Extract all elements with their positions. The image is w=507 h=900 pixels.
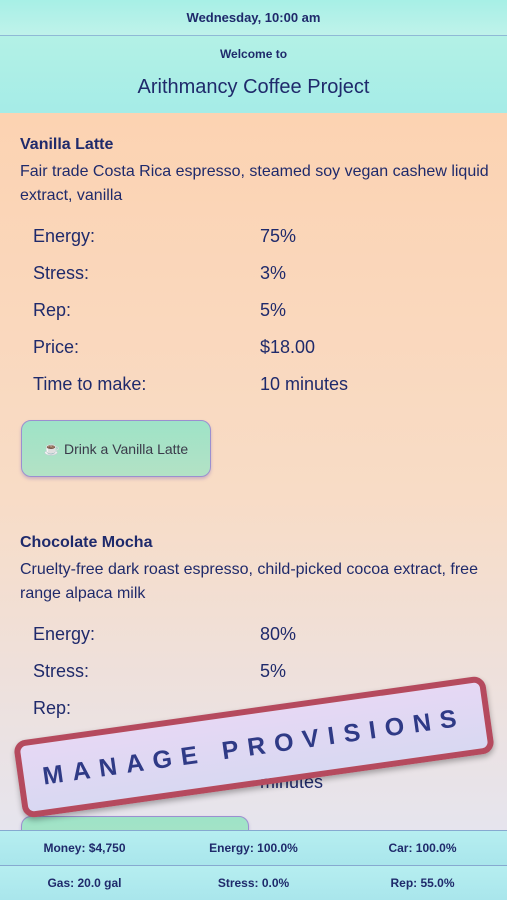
status-row-bottom: Gas: 20.0 gal Stress: 0.0% Rep: 55.0% (0, 865, 507, 900)
stress-stat: Stress: 0.0% (217, 876, 290, 890)
status-bar: Wednesday, 10:00 am (0, 0, 507, 36)
stat-value: 3% (260, 263, 287, 283)
money-stat: Money: $4,750 (43, 841, 126, 855)
stat-row-price: Price: $18.00 (33, 329, 490, 366)
rep-stat: Rep: 55.0% (390, 876, 455, 890)
stat-label: Stress: (33, 263, 90, 283)
stat-label: Energy: (33, 226, 96, 246)
coffee-cup-icon: ☕ (43, 440, 60, 456)
menu-item-vanilla-latte: Vanilla Latte Fair trade Costa Rica espr… (20, 136, 490, 403)
stat-row-energy: Energy: 75% (33, 218, 490, 255)
stat-row-time: Time to make: 10 minutes (33, 366, 490, 403)
stat-label: Stress: (33, 661, 90, 681)
drink-vanilla-latte-button[interactable]: ☕ Drink a Vanilla Latte (21, 420, 211, 477)
stat-label: Energy: (33, 624, 96, 644)
stat-value: 5% (260, 661, 287, 681)
app-header: Welcome to Arithmancy Coffee Project (0, 36, 507, 113)
stat-label: Price: (33, 337, 80, 357)
stat-value: 10 minutes (260, 374, 349, 394)
app-title: Arithmancy Coffee Project (137, 76, 370, 98)
datetime-label: Wednesday, 10:00 am (186, 10, 321, 25)
car-stat: Car: 100.0% (388, 841, 457, 855)
stat-label: Rep: (33, 300, 72, 320)
welcome-label: Welcome to (219, 47, 288, 61)
status-row-top: Money: $4,750 Energy: 100.0% Car: 100.0% (0, 830, 507, 865)
stat-label: Time to make: (33, 374, 147, 394)
stat-value: $18.00 (260, 337, 316, 357)
button-label: Drink a Vanilla Latte (63, 440, 189, 457)
item-name: Vanilla Latte (20, 136, 114, 153)
stat-value: 5% (260, 300, 287, 320)
stat-value: 75% (260, 226, 297, 246)
stat-row-stress: Stress: 3% (33, 255, 490, 292)
item-stats: Energy: 75% Stress: 3% Rep: 5% Price: $1… (33, 218, 490, 403)
item-description: Fair trade Costa Rica espresso, steamed … (20, 163, 489, 204)
stat-row-energy: Energy: 80% (33, 616, 490, 653)
gas-stat: Gas: 20.0 gal (47, 876, 122, 890)
stat-value: 80% (260, 624, 297, 644)
item-description: Cruelty-free dark roast espresso, child-… (20, 561, 478, 602)
stat-row-rep: Rep: 5% (33, 292, 490, 329)
energy-stat: Energy: 100.0% (209, 841, 298, 855)
item-name: Chocolate Mocha (20, 534, 153, 551)
